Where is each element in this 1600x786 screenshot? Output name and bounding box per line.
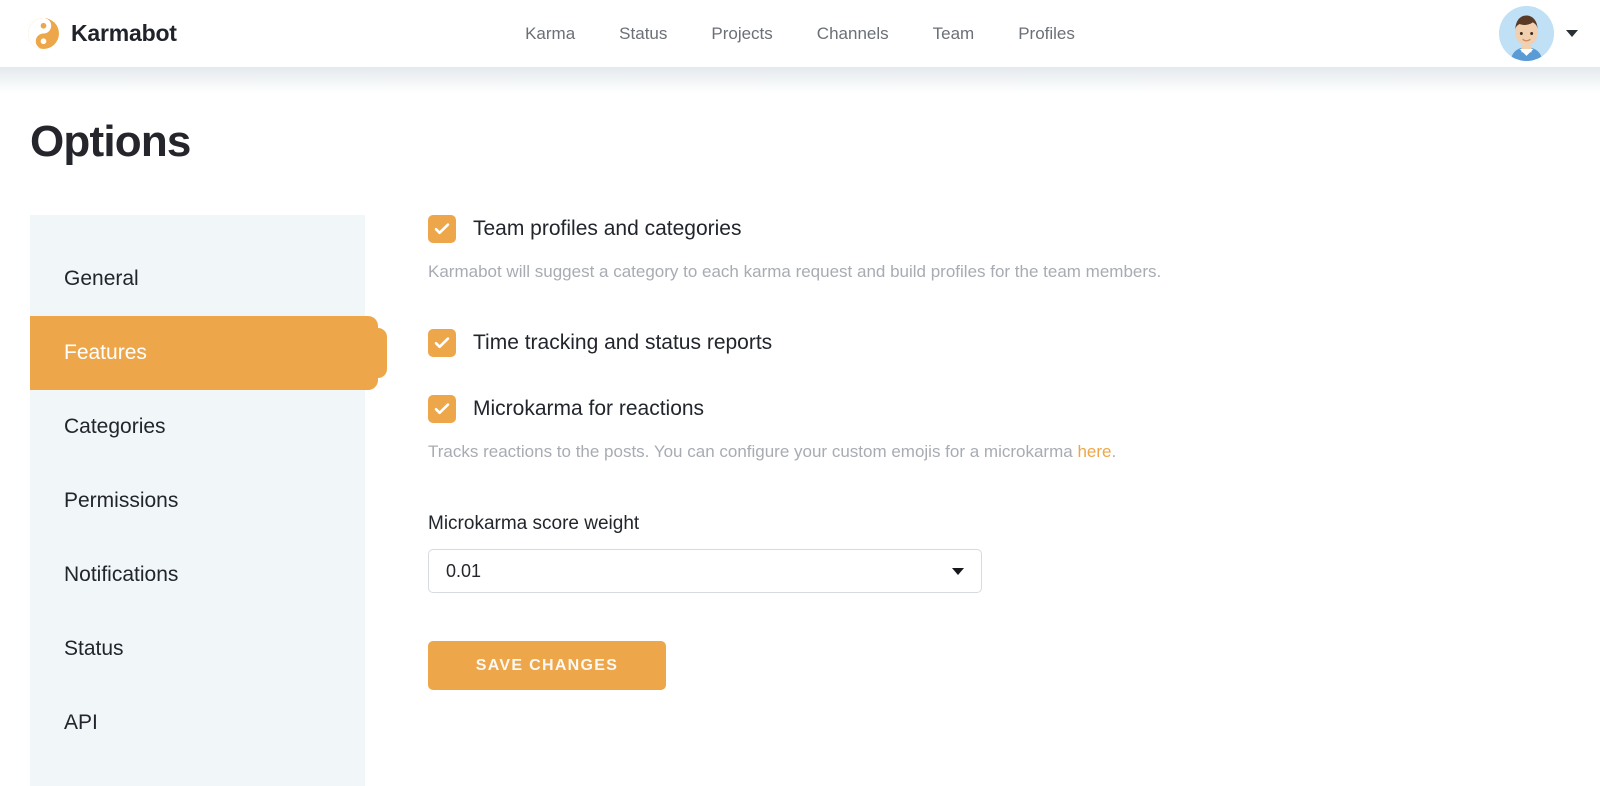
helper-microkarma-text: Tracks reactions to the posts. You can c… — [428, 442, 1078, 461]
option-microkarma[interactable]: Microkarma for reactions — [428, 395, 1161, 423]
avatar[interactable] — [1499, 6, 1554, 61]
sidebar-item-general[interactable]: General — [30, 242, 365, 316]
sidebar-item-notifications[interactable]: Notifications — [30, 538, 365, 612]
check-icon — [434, 223, 450, 235]
check-icon — [434, 337, 450, 349]
sidebar-item-label: Notifications — [64, 563, 179, 586]
sidebar-item-features[interactable]: Features — [30, 316, 387, 390]
option-label-team-profiles[interactable]: Team profiles and categories — [473, 217, 741, 241]
microkarma-emoji-link[interactable]: here — [1077, 442, 1111, 461]
sidebar-item-label: Permissions — [64, 489, 179, 512]
settings-sidebar: General Features Categories Permissions … — [30, 215, 387, 786]
nav-item-projects[interactable]: Projects — [711, 24, 772, 44]
app-header: Karmabot Karma Status Projects Channels … — [0, 0, 1600, 67]
features-panel: Team profiles and categories Karmabot wi… — [365, 215, 1161, 690]
sidebar-item-api[interactable]: API — [30, 686, 365, 760]
nav-item-team[interactable]: Team — [933, 24, 975, 44]
nav-item-channels[interactable]: Channels — [817, 24, 889, 44]
sidebar-item-categories[interactable]: Categories — [30, 390, 365, 464]
option-time-tracking[interactable]: Time tracking and status reports — [428, 329, 1161, 357]
checkbox-team-profiles[interactable] — [428, 215, 456, 243]
chevron-down-icon[interactable] — [1566, 30, 1578, 37]
header-shadow — [0, 67, 1600, 93]
helper-microkarma-suffix: . — [1111, 442, 1117, 461]
select-value: 0.01 — [446, 560, 482, 581]
check-icon — [434, 403, 450, 415]
checkbox-microkarma[interactable] — [428, 395, 456, 423]
sidebar-item-permissions[interactable]: Permissions — [30, 464, 365, 538]
option-team-profiles[interactable]: Team profiles and categories — [428, 215, 1161, 243]
user-menu[interactable] — [1499, 6, 1578, 61]
helper-team-profiles: Karmabot will suggest a category to each… — [428, 262, 1162, 281]
options-layout: General Features Categories Permissions … — [30, 215, 1600, 786]
sidebar-item-label: Status — [64, 637, 124, 660]
sidebar-item-label: General — [64, 267, 139, 290]
option-label-time-tracking[interactable]: Time tracking and status reports — [473, 331, 772, 355]
page-body: Options General Features Categories Perm… — [0, 117, 1600, 786]
sidebar-item-status[interactable]: Status — [30, 612, 365, 686]
main-navigation: Karma Status Projects Channels Team Prof… — [0, 24, 1600, 44]
field-label-score-weight: Microkarma score weight — [428, 513, 640, 534]
nav-item-status[interactable]: Status — [619, 24, 667, 44]
sidebar-item-label: Categories — [64, 415, 166, 438]
helper-microkarma: Tracks reactions to the posts. You can c… — [428, 442, 1161, 462]
nav-item-profiles[interactable]: Profiles — [1018, 24, 1075, 44]
select-microkarma-score-weight[interactable]: 0.01 — [428, 549, 982, 593]
sidebar-item-label: API — [64, 711, 98, 734]
page-title: Options — [30, 117, 191, 166]
caret-down-icon[interactable] — [952, 567, 964, 575]
sidebar-item-label: Features — [64, 341, 147, 364]
option-label-microkarma[interactable]: Microkarma for reactions — [473, 397, 704, 421]
save-changes-button[interactable]: SAVE CHANGES — [428, 641, 666, 690]
checkbox-time-tracking[interactable] — [428, 329, 456, 357]
nav-item-karma[interactable]: Karma — [525, 24, 575, 44]
